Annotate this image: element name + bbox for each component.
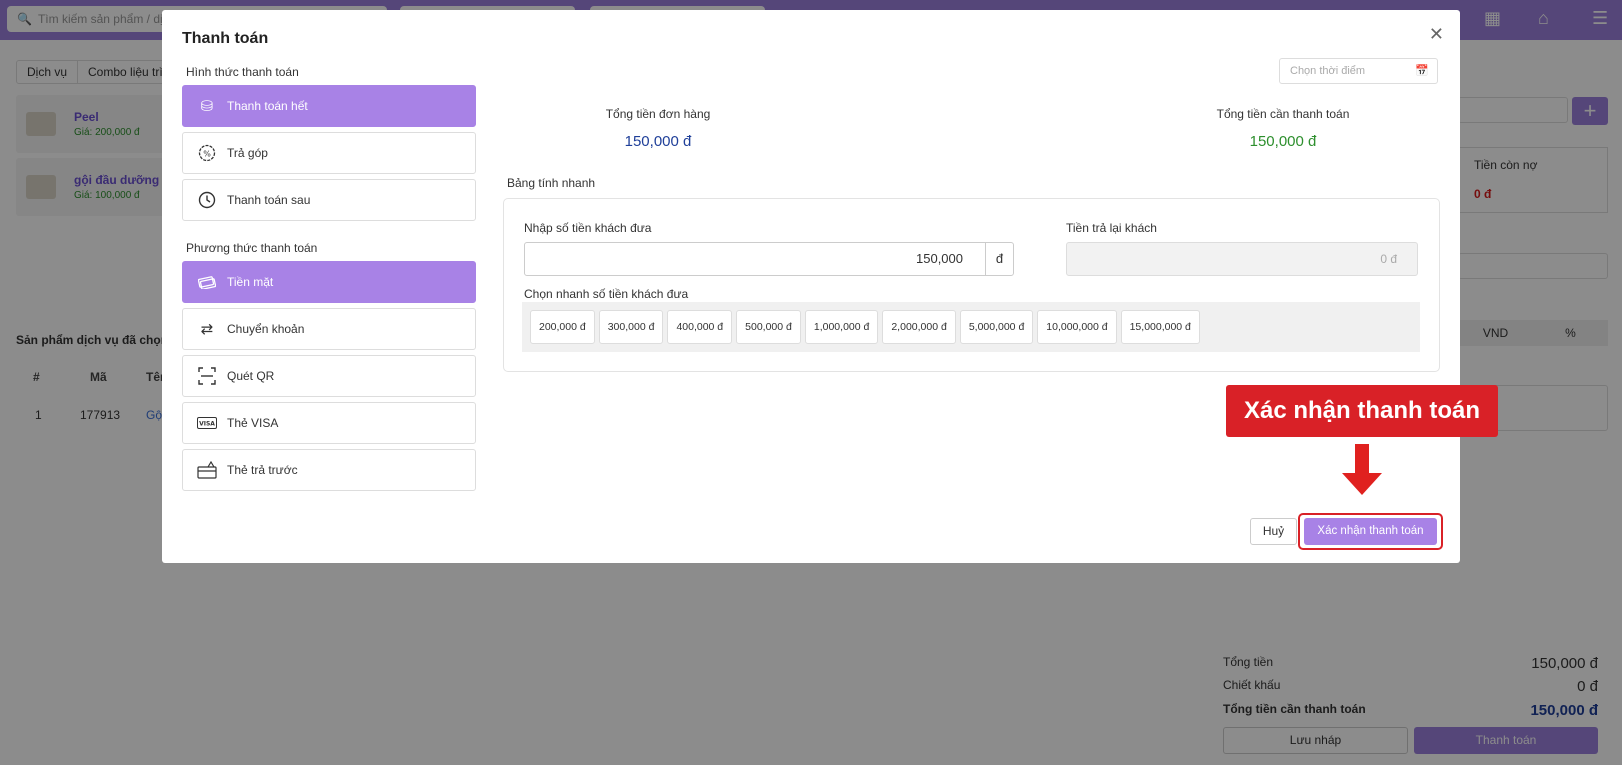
method-prepaid-card[interactable]: Thẻ trả trước — [182, 449, 476, 491]
prepaid-card-icon — [197, 460, 217, 480]
payment-modal: Thanh toán ✕ Hình thức thanh toán ⛁ Than… — [162, 10, 1498, 563]
option-label: Quét QR — [227, 369, 275, 383]
paid-currency: đ — [985, 243, 1013, 275]
callout-arrow-head — [1342, 473, 1382, 495]
payment-form-title: Hình thức thanh toán — [186, 65, 299, 79]
change-label: Tiền trả lại khách — [1066, 221, 1157, 235]
svg-text:%: % — [203, 150, 211, 159]
qr-scan-icon — [197, 366, 217, 386]
change-amount-field: 0 đ — [1066, 242, 1418, 276]
option-label: Thẻ trả trước — [227, 463, 298, 477]
quick-amount-chip[interactable]: 10,000,000 đ — [1037, 310, 1117, 344]
option-label: Thẻ VISA — [227, 416, 279, 430]
option-label: Tiền mặt — [227, 275, 274, 289]
quick-amount-chip[interactable]: 5,000,000 đ — [959, 310, 1034, 344]
cash-icon — [197, 272, 217, 292]
payment-date-picker[interactable]: Chọn thời điểm 📅 — [1279, 58, 1438, 84]
quick-amount-chip[interactable]: 1,000,000 đ — [804, 310, 879, 344]
method-visa[interactable]: VISA Thẻ VISA — [182, 402, 476, 444]
option-label: Chuyển khoản — [227, 322, 305, 336]
option-label: Thanh toán sau — [227, 193, 311, 207]
option-label: Thanh toán hết — [227, 99, 308, 113]
quick-pick-label: Chọn nhanh số tiền khách đưa — [524, 287, 689, 301]
visa-card-icon: VISA — [197, 413, 217, 433]
due-label: Tổng tiền cần thanh toán — [1216, 107, 1350, 121]
order-total-label: Tổng tiền đơn hàng — [605, 107, 711, 121]
option-installment[interactable]: % Trả góp — [182, 132, 476, 174]
confirm-callout: Xác nhận thanh toán — [1226, 385, 1498, 437]
paid-label: Nhập số tiền khách đưa — [524, 221, 652, 235]
quick-amount-list: 200,000 đ 300,000 đ 400,000 đ 500,000 đ … — [522, 302, 1420, 352]
option-pay-later[interactable]: Thanh toán sau — [182, 179, 476, 221]
svg-text:VISA: VISA — [199, 421, 215, 428]
quick-amount-chip[interactable]: 500,000 đ — [736, 310, 801, 344]
quick-calc-title: Bảng tính nhanh — [507, 176, 596, 190]
clock-icon — [197, 190, 217, 210]
transfer-icon: ⇄ — [200, 321, 214, 338]
method-transfer[interactable]: ⇄ Chuyển khoản — [182, 308, 476, 350]
quick-calc-panel: Nhập số tiền khách đưa 150,000 đ Tiền tr… — [503, 198, 1440, 372]
modal-title: Thanh toán — [182, 30, 269, 47]
date-placeholder: Chọn thời điểm — [1290, 65, 1366, 77]
option-label: Trả góp — [227, 146, 268, 160]
order-total-value: 150,000 đ — [624, 133, 692, 150]
payment-method-title: Phương thức thanh toán — [186, 241, 318, 255]
quick-amount-chip[interactable]: 2,000,000 đ — [882, 310, 956, 344]
cancel-button[interactable]: Huỷ — [1250, 518, 1297, 545]
quick-amount-chip[interactable]: 400,000 đ — [667, 310, 733, 344]
due-value: 150,000 đ — [1249, 133, 1317, 150]
method-qr[interactable]: Quét QR — [182, 355, 476, 397]
coins-icon: ⛁ — [200, 98, 214, 115]
quick-amount-chip[interactable]: 300,000 đ — [598, 310, 664, 344]
confirm-payment-button[interactable]: Xác nhận thanh toán — [1304, 518, 1437, 545]
method-cash[interactable]: Tiền mặt — [182, 261, 476, 303]
option-pay-full[interactable]: ⛁ Thanh toán hết — [182, 85, 476, 127]
paid-amount-value: 150,000 — [916, 251, 963, 266]
quick-amount-chip[interactable]: 200,000 đ — [530, 310, 595, 344]
close-icon[interactable]: ✕ — [1429, 24, 1444, 45]
quick-amount-chip[interactable]: 15,000,000 đ — [1120, 310, 1200, 344]
paid-amount-input[interactable]: 150,000 đ — [524, 242, 1014, 276]
callout-arrow — [1355, 444, 1369, 474]
calendar-icon: 📅 — [1415, 65, 1429, 77]
percent-badge-icon: % — [197, 143, 217, 163]
